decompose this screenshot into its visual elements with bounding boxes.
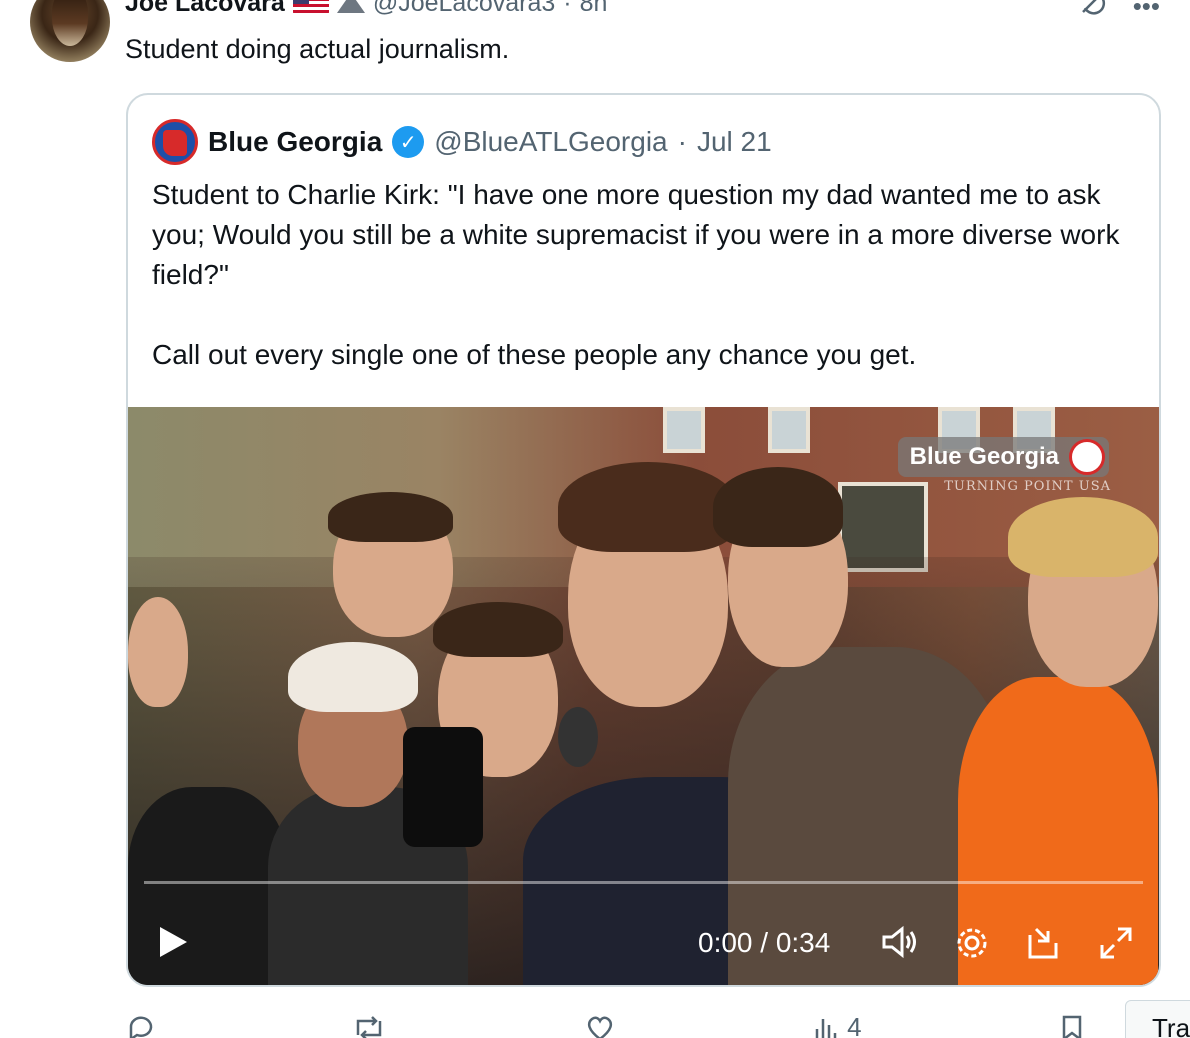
grok-icon[interactable] xyxy=(1077,0,1107,25)
author-handle[interactable]: @JoeLacovara3 xyxy=(373,0,555,18)
quoted-header: Blue Georgia ✓ @BlueATLGeorgia · Jul 21 xyxy=(152,119,772,165)
reply-icon[interactable] xyxy=(125,1012,155,1038)
phone xyxy=(403,727,483,847)
play-icon[interactable] xyxy=(160,927,187,957)
us-flag-icon xyxy=(292,0,329,14)
tpusa-overlay: TURNING POINT USA xyxy=(944,479,1111,494)
video-progress-bar[interactable] xyxy=(144,881,1143,884)
author-name[interactable]: Joe Lacovara xyxy=(125,0,285,18)
blue-georgia-logo[interactable] xyxy=(152,119,198,165)
quoted-date[interactable]: Jul 21 xyxy=(697,126,772,158)
cap xyxy=(288,642,418,712)
verified-badge-icon: ✓ xyxy=(392,126,425,158)
mountain-icon xyxy=(336,0,365,13)
video-timecode: 0:00 / 0:34 xyxy=(698,927,831,958)
settings-gear-icon[interactable] xyxy=(954,925,990,969)
watermark-logo xyxy=(1069,439,1105,475)
volume-icon[interactable] xyxy=(880,925,920,967)
quoted-text: Student to Charlie Kirk: "I have one mor… xyxy=(152,179,1120,370)
bookmark-icon[interactable] xyxy=(1059,1012,1085,1038)
person xyxy=(713,467,843,547)
more-options-button[interactable]: ••• xyxy=(1133,0,1160,22)
person xyxy=(1008,497,1158,577)
tweet-actions: 4 xyxy=(125,1012,1085,1038)
dog-photo xyxy=(52,0,88,46)
quoted-author-name[interactable]: Blue Georgia xyxy=(208,126,382,158)
tweet-text: Student doing actual journalism. xyxy=(125,34,510,64)
quoted-separator: · xyxy=(677,126,687,157)
building-window xyxy=(663,407,705,453)
quoted-handle[interactable]: @BlueATLGeorgia xyxy=(434,126,667,158)
video-player[interactable]: Blue Georgia TURNING POINT USA 0:00 / 0:… xyxy=(128,407,1159,985)
quoted-tweet[interactable]: Blue Georgia ✓ @BlueATLGeorgia · Jul 21 … xyxy=(126,93,1161,987)
author-avatar[interactable] xyxy=(30,0,110,62)
person xyxy=(128,597,188,707)
microphone xyxy=(558,707,598,767)
views-button[interactable]: 4 xyxy=(813,1012,862,1038)
tweet-time[interactable]: 8h xyxy=(580,0,608,18)
views-count: 4 xyxy=(847,1012,862,1038)
pip-icon[interactable] xyxy=(1026,925,1062,969)
retweet-icon[interactable] xyxy=(352,1012,386,1038)
video-controls: 0:00 / 0:34 xyxy=(128,907,1159,977)
fullscreen-icon[interactable] xyxy=(1098,925,1134,969)
separator: · xyxy=(563,0,572,17)
building-window xyxy=(768,407,810,453)
student-speaker xyxy=(558,462,738,552)
author-row: Joe Lacovara @JoeLacovara3 · 8h xyxy=(125,0,607,20)
person xyxy=(433,602,563,657)
like-icon[interactable] xyxy=(584,1012,616,1038)
translate-button[interactable]: Tra xyxy=(1125,1000,1190,1038)
person xyxy=(328,492,453,542)
tweet-top-actions: ••• xyxy=(1077,0,1160,25)
